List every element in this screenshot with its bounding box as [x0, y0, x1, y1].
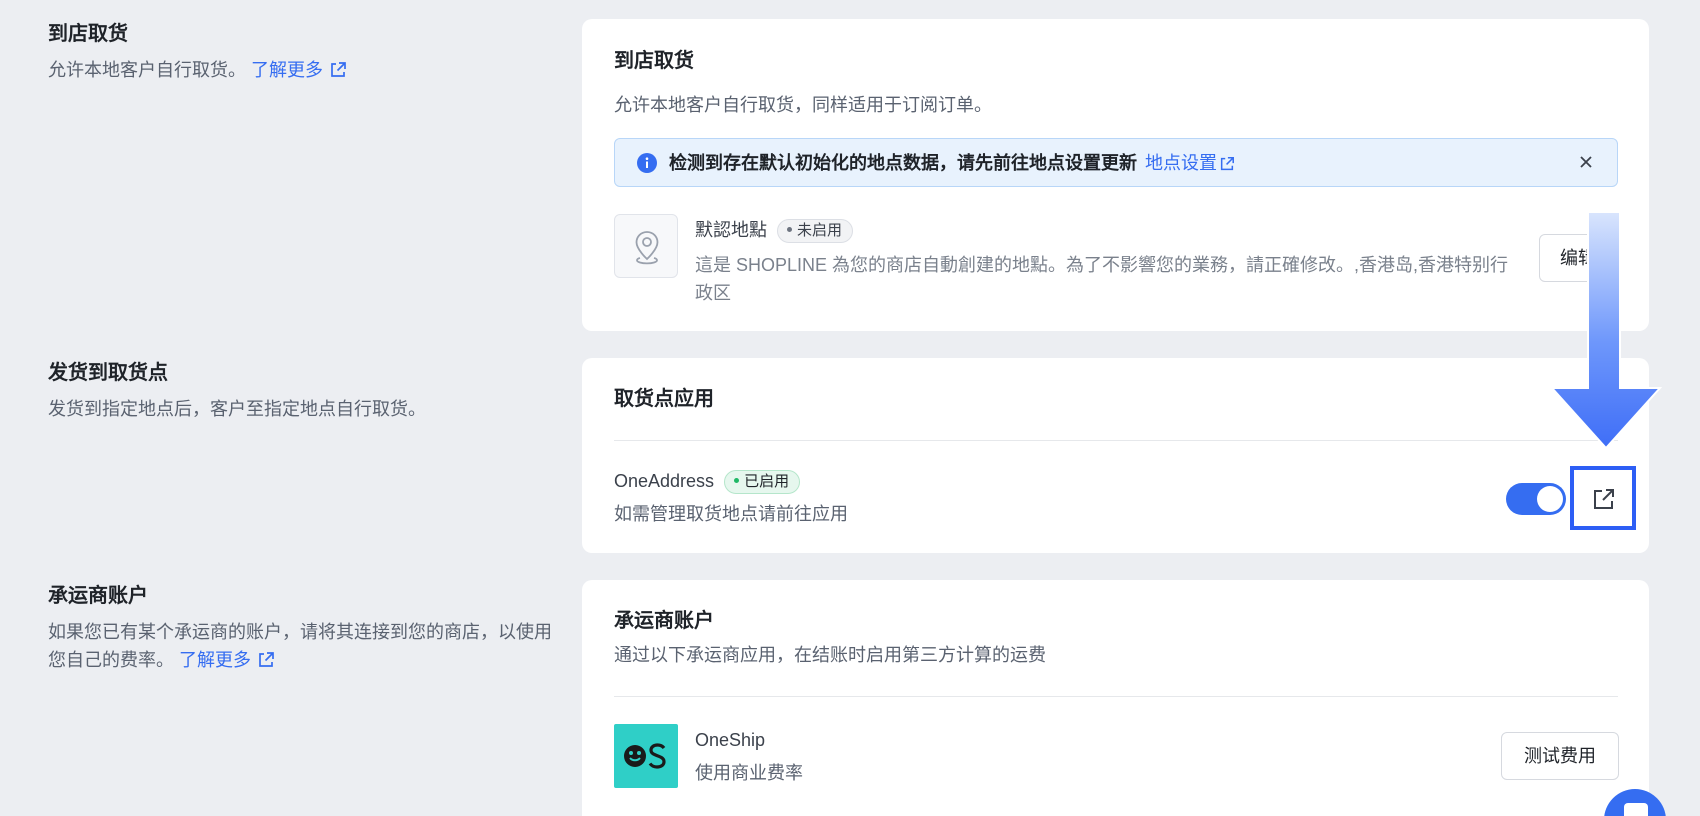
location-name-text: 默認地點	[695, 220, 767, 240]
pickup-app-card-title: 取货点应用	[614, 388, 714, 410]
location-name: 默認地點 未启用	[695, 217, 854, 243]
carrier-card-title: 承运商账户	[614, 610, 714, 632]
status-badge: 已启用	[724, 470, 801, 494]
location-settings-link[interactable]: 地点设置	[1145, 153, 1235, 173]
settings-page: 到店取货 允许本地客户自行取货。 了解更多 到店取货 允许本地客户自行取货，同样…	[0, 0, 1700, 816]
carrier-card: 承运商账户 通过以下承运商应用，在结账时启用第三方计算的运费 OneShip 使…	[582, 580, 1649, 816]
location-alert-banner: 检测到存在默认初始化的地点数据，请先前往地点设置更新 地点设置	[614, 138, 1618, 187]
arrow-down-icon	[1550, 211, 1662, 450]
pickup-desc-text: 允许本地客户自行取货。	[48, 60, 246, 80]
pickup-card-title: 到店取货	[614, 50, 694, 72]
pickup-section-title: 到店取货	[48, 23, 128, 45]
carrier-section-title: 承运商账户	[48, 585, 148, 607]
oneship-logo	[614, 724, 678, 788]
pickup-section-info: 到店取货 允许本地客户自行取货。 了解更多	[48, 20, 568, 84]
divider	[614, 696, 1618, 697]
chat-icon	[1624, 803, 1648, 816]
location-pin-thumb	[614, 214, 678, 278]
carrier-section-info: 承运商账户 如果您已有某个承运商的账户，请将其连接到您的商店，以使用您自己的费率…	[48, 582, 568, 674]
status-dot	[787, 227, 792, 232]
pickup-learn-more-label: 了解更多	[251, 60, 324, 80]
ship-to-pickup-title: 发货到取货点	[48, 362, 168, 384]
pickup-card: 到店取货 允许本地客户自行取货，同样适用于订阅订单。 检测到存在默认初始化的地点…	[582, 19, 1649, 331]
alert-text: 检测到存在默认初始化的地点数据，请先前往地点设置更新	[669, 153, 1137, 173]
oneaddress-desc: 如需管理取货地点请前往应用	[614, 504, 848, 524]
pickup-section-desc: 允许本地客户自行取货。 了解更多	[48, 56, 568, 84]
carrier-learn-more-link[interactable]: 了解更多	[179, 650, 275, 670]
oneship-logo-icon	[624, 743, 666, 769]
oneaddress-name-text: OneAddress	[614, 471, 715, 491]
ship-to-pickup-section-info: 发货到取货点 发货到指定地点后，客户至指定地点自行取货。	[48, 359, 568, 423]
pickup-learn-more-link[interactable]: 了解更多	[251, 60, 347, 80]
oneship-name: OneShip	[695, 730, 766, 750]
carrier-learn-more-label: 了解更多	[179, 650, 252, 670]
external-link-icon	[259, 652, 274, 667]
toggle-knob	[1537, 486, 1563, 512]
info-icon	[637, 153, 657, 173]
status-badge: 未启用	[777, 219, 854, 243]
pickup-app-card: 取货点应用 OneAddress 已启用 如需管理取货地点请前往应用	[582, 358, 1649, 553]
external-link-icon	[331, 62, 346, 77]
carrier-desc-text: 如果您已有某个承运商的账户，请将其连接到您的商店，以使用您自己的费率。	[48, 622, 552, 670]
oneship-desc: 使用商业费率	[695, 763, 803, 783]
ship-to-pickup-desc: 发货到指定地点后，客户至指定地点自行取货。	[48, 399, 426, 419]
status-text: 已启用	[744, 473, 790, 490]
alert-message: 检测到存在默认初始化的地点数据，请先前往地点设置更新 地点设置	[669, 150, 1235, 176]
external-link-icon	[1594, 489, 1614, 509]
open-app-button[interactable]	[1570, 466, 1636, 530]
map-pin-icon	[635, 231, 659, 265]
divider	[614, 440, 1618, 441]
status-text: 未启用	[797, 222, 843, 239]
location-settings-label: 地点设置	[1145, 153, 1217, 173]
carrier-section-desc: 如果您已有某个承运商的账户，请将其连接到您的商店，以使用您自己的费率。 了解更多	[48, 618, 568, 674]
carrier-card-subtitle: 通过以下承运商应用，在结账时启用第三方计算的运费	[614, 645, 1046, 665]
location-desc: 這是 SHOPLINE 為您的商店自動創建的地點。為了不影響您的業務，請正確修改…	[695, 255, 1509, 303]
pickup-card-subtitle: 允许本地客户自行取货，同样适用于订阅订单。	[614, 95, 992, 115]
close-icon[interactable]	[1577, 153, 1595, 171]
test-rates-button[interactable]: 测试费用	[1501, 732, 1619, 780]
oneaddress-name: OneAddress 已启用	[614, 468, 801, 494]
external-link-icon	[1220, 157, 1234, 171]
oneaddress-enable-toggle[interactable]	[1506, 483, 1566, 515]
status-dot	[734, 478, 740, 483]
